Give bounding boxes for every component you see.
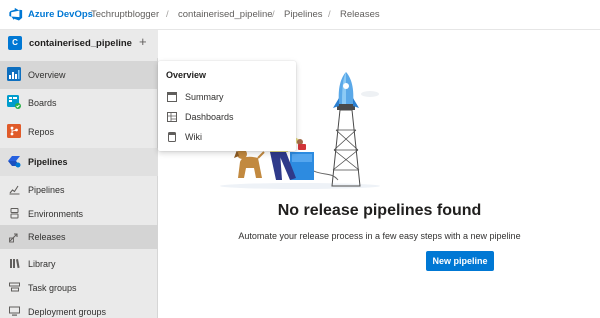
sidebar-item-label: Pipelines (28, 157, 68, 167)
sidebar-item-label: Repos (28, 127, 55, 137)
sidebar-subitem-label: Pipelines (28, 185, 65, 195)
pipelines-sub-icon (9, 185, 20, 195)
sidebar-item-overview[interactable]: Overview (0, 61, 158, 89)
library-icon (10, 259, 20, 269)
breadcrumb-pipelines[interactable]: Pipelines (284, 9, 323, 20)
breadcrumb-separator: / (328, 9, 331, 20)
sidebar-subitem-label: Releases (28, 232, 66, 242)
sidebar-item-pipelines[interactable]: Pipelines (0, 148, 158, 176)
azure-devops-logo-icon[interactable] (9, 7, 23, 21)
wiki-icon (168, 132, 176, 142)
flyout-item-label: Dashboards (185, 112, 234, 122)
project-avatar: C (8, 36, 22, 50)
sidebar: C containerised_pipeline + Overview Boar… (0, 30, 158, 318)
new-pipeline-button[interactable]: New pipeline (426, 251, 494, 271)
breadcrumb-separator: / (166, 9, 169, 20)
flyout-title: Overview (166, 70, 207, 80)
repos-icon (7, 124, 21, 138)
sidebar-subitem-label: Deployment groups (28, 307, 107, 317)
project-header[interactable]: C containerised_pipeline + (0, 30, 158, 58)
top-bar: Azure DevOps Techruptblogger / container… (0, 0, 600, 30)
flyout-item-dashboards[interactable]: Dashboards (158, 107, 296, 127)
empty-state-subtitle: Automate your release process in a few e… (238, 231, 521, 241)
sidebar-subitem-label: Library (28, 259, 56, 269)
sidebar-subitem-label: Environments (28, 209, 84, 219)
breadcrumb-project[interactable]: containerised_pipeline (178, 9, 273, 20)
sidebar-item-repos[interactable]: Repos (0, 118, 158, 146)
sidebar-subitem-label: Task groups (28, 283, 77, 293)
sidebar-subitem-environments[interactable]: Environments (0, 200, 158, 228)
environments-icon (10, 208, 19, 219)
pipelines-icon (8, 156, 21, 168)
overview-icon (7, 67, 21, 81)
sidebar-item-boards[interactable]: Boards (0, 89, 158, 117)
dashboards-icon (167, 112, 177, 122)
sidebar-subitem-deployment-groups[interactable]: Deployment groups (0, 298, 158, 318)
flyout-item-wiki[interactable]: Wiki (158, 127, 296, 147)
project-name[interactable]: containerised_pipeline (29, 38, 132, 49)
sidebar-item-label: Boards (28, 98, 57, 108)
flyout-item-summary[interactable]: Summary (158, 87, 296, 107)
empty-state-title: No release pipelines found (277, 202, 482, 219)
overview-flyout: Overview Summary Dashboards Wiki (158, 61, 296, 151)
add-icon[interactable]: + (139, 34, 147, 49)
breadcrumb-organization[interactable]: Techruptblogger (91, 9, 159, 20)
summary-icon (167, 92, 177, 102)
breadcrumb-separator: / (272, 9, 275, 20)
releases-icon (9, 233, 18, 243)
task-groups-icon (9, 282, 20, 292)
brand-title[interactable]: Azure DevOps (28, 9, 93, 20)
sidebar-subitem-releases[interactable]: Releases (0, 225, 158, 249)
boards-icon (7, 95, 21, 109)
breadcrumb-releases[interactable]: Releases (340, 9, 380, 20)
flyout-item-label: Summary (185, 92, 224, 102)
flyout-item-label: Wiki (185, 132, 202, 142)
deployment-groups-icon (9, 306, 20, 316)
sidebar-item-label: Overview (28, 70, 66, 80)
